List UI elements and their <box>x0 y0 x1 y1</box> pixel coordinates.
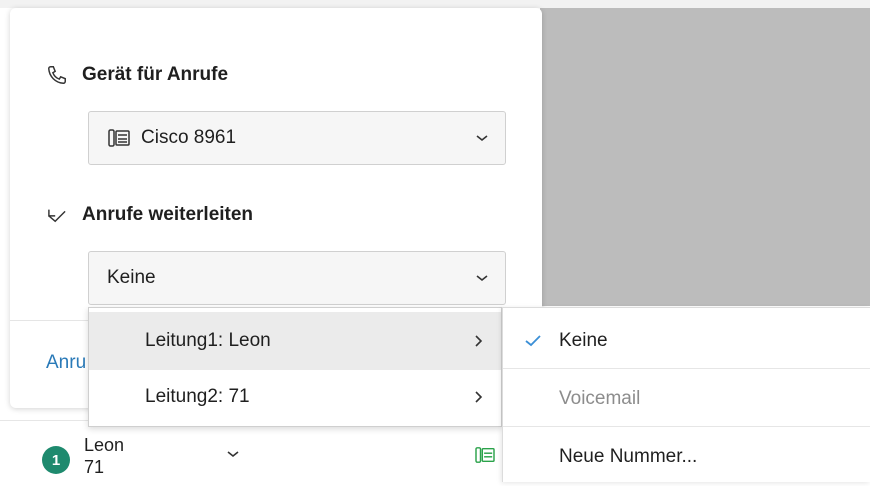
chevron-right-icon <box>473 334 483 348</box>
forward-select[interactable]: Keine <box>88 251 506 305</box>
forward-target-submenu: Keine Voicemail Neue Nummer... <box>502 307 870 482</box>
submenu-item-keine[interactable]: Keine <box>503 312 870 370</box>
menu-item-label: Leitung1: Leon <box>145 330 271 351</box>
device-section-label: Gerät für Anrufe <box>82 64 229 85</box>
submenu-item-label: Voicemail <box>559 388 641 409</box>
line-status-icon[interactable] <box>474 446 496 469</box>
menu-divider <box>503 368 870 369</box>
notification-badge[interactable]: 1 <box>42 446 70 474</box>
submenu-item-neue-nummer[interactable]: Neue Nummer... <box>503 428 870 486</box>
call-settings-link[interactable]: Anru <box>46 352 86 374</box>
device-section-title: Gerät für Anrufe <box>46 64 228 86</box>
top-strip <box>0 0 870 8</box>
desk-phone-icon <box>107 128 131 148</box>
phone-icon <box>46 64 70 86</box>
menu-item-leitung1[interactable]: Leitung1: Leon <box>89 312 501 370</box>
user-number[interactable]: 71 <box>84 456 104 478</box>
chevron-right-icon <box>473 390 483 404</box>
menu-divider <box>503 426 870 427</box>
menu-item-label: Leitung2: 71 <box>145 386 250 407</box>
chevron-down-icon <box>475 273 489 283</box>
chevron-down-icon[interactable] <box>226 446 240 464</box>
chevron-down-icon <box>475 133 489 143</box>
checkmark-icon <box>525 335 541 347</box>
submenu-item-label: Neue Nummer... <box>559 446 698 467</box>
status-bar <box>0 420 500 483</box>
forward-line-menu: Leitung1: Leon Leitung2: 71 <box>88 307 502 427</box>
call-forward-icon <box>46 204 70 226</box>
menu-item-leitung2[interactable]: Leitung2: 71 <box>89 368 501 426</box>
device-select[interactable]: Cisco 8961 <box>88 111 506 165</box>
submenu-item-voicemail[interactable]: Voicemail <box>503 370 870 428</box>
device-select-value: Cisco 8961 <box>141 127 237 148</box>
forward-select-value: Keine <box>107 267 156 288</box>
user-name[interactable]: Leon <box>84 434 124 456</box>
forward-section-label: Anrufe weiterleiten <box>82 204 254 225</box>
forward-section-title: Anrufe weiterleiten <box>46 204 253 226</box>
backdrop-area <box>540 8 870 306</box>
submenu-item-label: Keine <box>559 330 608 351</box>
